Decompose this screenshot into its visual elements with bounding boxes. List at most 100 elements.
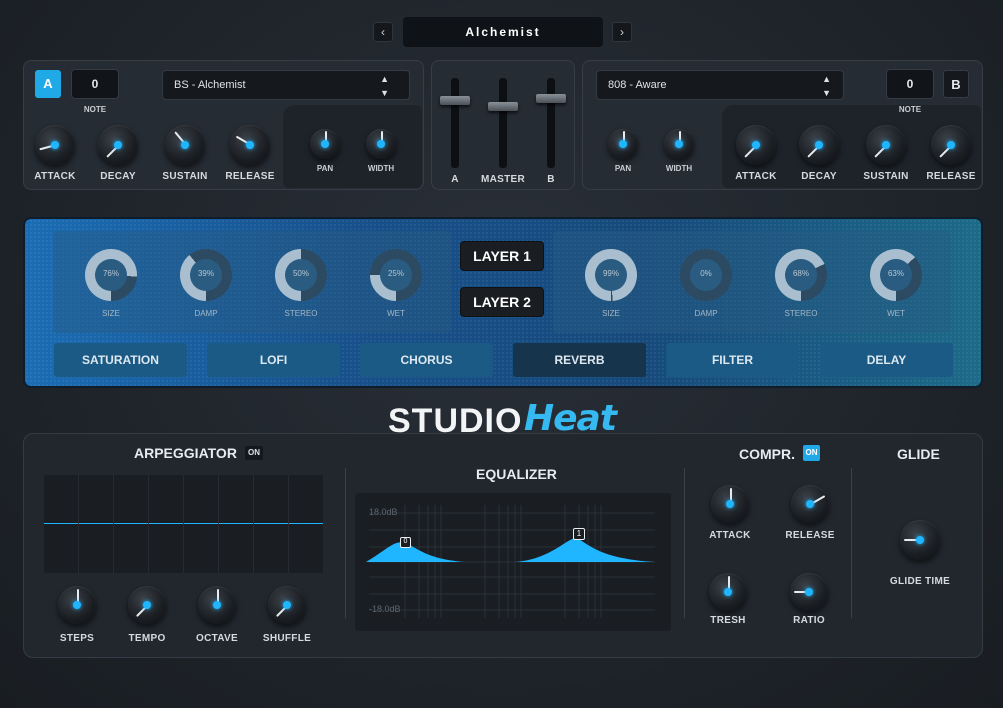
layer1-button[interactable]: LAYER 1 (460, 241, 544, 271)
fx-l1-damp-ring[interactable]: 39% (180, 249, 232, 301)
layer-a-sample-select[interactable]: BS - Alchemist ▲ ▼ (162, 70, 410, 100)
glide-time-knob[interactable] (900, 520, 940, 560)
layer-b-decay-knob[interactable] (799, 125, 839, 165)
layer-a-width-knob[interactable] (366, 129, 396, 159)
layer-a-width-label: WIDTH (367, 164, 395, 173)
knob-center (73, 601, 81, 609)
tab-saturation[interactable]: SATURATION (54, 343, 187, 377)
arp-shuffle-label: SHUFFLE (262, 633, 312, 644)
fx-l1-stereo-ring[interactable]: 50% (275, 249, 327, 301)
arp-tempo-label: TEMPO (128, 633, 166, 644)
comp-ratio-knob[interactable] (790, 573, 828, 611)
fx-ring-label: SIZE (102, 309, 120, 318)
layer-a-decay-knob[interactable] (98, 125, 138, 165)
layer-a-sustain-knob[interactable] (165, 125, 205, 165)
comp-attack-knob[interactable] (711, 485, 749, 523)
knob-center (377, 140, 385, 148)
ring-value: 39% (197, 269, 214, 278)
layer-b-width-label: WIDTH (665, 164, 693, 173)
preset-name[interactable]: Alchemist (403, 17, 603, 47)
separator (684, 468, 685, 618)
prev-preset-button[interactable]: ‹ (373, 22, 393, 42)
layer-a-pan-knob[interactable] (310, 129, 340, 159)
arp-on-toggle[interactable]: ON (245, 446, 263, 460)
layer-b-width-knob[interactable] (664, 129, 694, 159)
layer-b-sample-select[interactable]: 808 - Aware ▲ ▼ (596, 70, 844, 100)
ring-value: 25% (387, 269, 404, 278)
knob-center (726, 500, 734, 508)
arp-octave-label: OCTAVE (196, 633, 238, 644)
fader-a[interactable] (440, 96, 470, 105)
arp-steps-knob[interactable] (58, 586, 96, 624)
layer-b-release-knob[interactable] (931, 125, 971, 165)
arp-grid[interactable] (44, 475, 323, 573)
tab-lofi[interactable]: LOFI (207, 343, 340, 377)
eq-display[interactable]: 18.0dB -18.0dB 0 1 (355, 493, 671, 631)
fx-area: LAYER 1 LAYER 2 SATURATION LOFI CHORUS R… (23, 217, 983, 388)
layer-a-attack-knob[interactable] (35, 125, 75, 165)
fader-b[interactable] (536, 94, 566, 103)
tab-chorus[interactable]: CHORUS (360, 343, 493, 377)
tab-filter[interactable]: FILTER (666, 343, 799, 377)
fx-ring-label: DAMP (194, 309, 218, 318)
comp-release-knob[interactable] (791, 485, 829, 523)
layer-b-sample-name: 808 - Aware (608, 79, 667, 91)
fx-l2-damp-ring[interactable]: 0% (680, 249, 732, 301)
comp-tresh-label: TRESH (710, 615, 746, 626)
fx-ring-label: WET (887, 309, 905, 318)
tab-reverb[interactable]: REVERB (513, 343, 646, 377)
fx-l1-size-ring[interactable]: 76% (85, 249, 137, 301)
fader-a-label: A (451, 174, 459, 185)
comp-title: COMPR. (739, 446, 795, 462)
separator (851, 468, 852, 618)
layer-b-sustain-knob[interactable] (866, 125, 906, 165)
comp-on-toggle[interactable]: ON (803, 445, 820, 461)
layer-a-release-knob[interactable] (230, 125, 270, 165)
knob-center (143, 601, 151, 609)
knob-center (619, 140, 627, 148)
layer-a-note-label: NOTE (83, 105, 107, 114)
arp-title: ARPEGGIATOR (134, 445, 237, 461)
eq-top-label: 18.0dB (369, 507, 398, 517)
ring-value: 50% (292, 269, 309, 278)
fx-ring-label: STEREO (784, 309, 818, 318)
fader-master-track (499, 78, 507, 168)
layer2-button[interactable]: LAYER 2 (460, 287, 544, 317)
select-arrows-icon: ▲ ▼ (380, 74, 389, 98)
eq-node-1[interactable]: 1 (573, 528, 585, 540)
fx-ring-label: SIZE (602, 309, 620, 318)
knob-center (724, 588, 732, 596)
layer-b-note-value[interactable]: 0 (886, 69, 934, 99)
layer-b-badge[interactable]: B (943, 70, 969, 98)
layer-b-pan-knob[interactable] (608, 129, 638, 159)
next-preset-button[interactable]: › (612, 22, 632, 42)
tab-delay[interactable]: DELAY (820, 343, 953, 377)
fx-ring-label: STEREO (284, 309, 318, 318)
layer-b-sustain-label: SUSTAIN (863, 171, 909, 182)
knob-center (947, 141, 955, 149)
fx-l2-size-ring[interactable]: 99% (585, 249, 637, 301)
knob-center (246, 141, 254, 149)
arp-octave-knob[interactable] (198, 586, 236, 624)
fx-l2-stereo-ring[interactable]: 68% (775, 249, 827, 301)
eq-node-0[interactable]: 0 (400, 537, 411, 548)
knob-center (806, 500, 814, 508)
fx-l2-wet-ring[interactable]: 63% (870, 249, 922, 301)
layer-a-badge[interactable]: A (35, 70, 61, 98)
arp-tempo-knob[interactable] (128, 586, 166, 624)
layer-b-attack-knob[interactable] (736, 125, 776, 165)
fader-a-track (451, 78, 459, 168)
arp-shuffle-knob[interactable] (268, 586, 306, 624)
fx-ring-label: DAMP (694, 309, 718, 318)
layer-a-note-value[interactable]: 0 (71, 69, 119, 99)
knob-center (752, 141, 760, 149)
knob-center (815, 141, 823, 149)
knob-center (213, 601, 221, 609)
fx-l1-wet-ring[interactable]: 25% (370, 249, 422, 301)
fader-master-label: MASTER (480, 174, 526, 185)
arp-steps-label: STEPS (59, 633, 95, 644)
fader-master[interactable] (488, 102, 518, 111)
eq-graph (366, 505, 655, 618)
comp-tresh-knob[interactable] (709, 573, 747, 611)
knob-center (181, 141, 189, 149)
